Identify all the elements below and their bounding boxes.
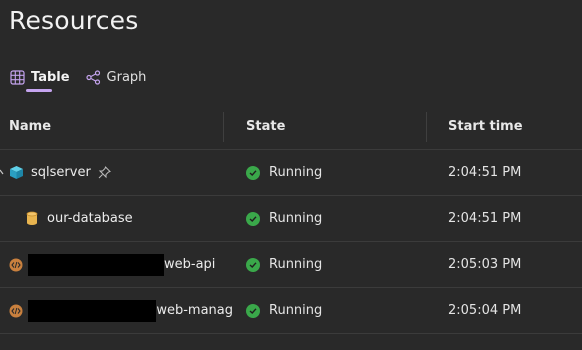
resource-name[interactable]: web-api	[164, 257, 215, 272]
state-cell: Running	[246, 242, 416, 287]
start-time-cell: 2:05:03 PM	[448, 257, 522, 272]
redacted-block	[28, 253, 164, 276]
column-resizer[interactable]	[426, 112, 427, 142]
state-text: Running	[269, 303, 323, 318]
state-cell: Running	[246, 150, 416, 195]
chevron-down-icon[interactable]	[0, 166, 6, 181]
column-resizer[interactable]	[223, 112, 224, 142]
database-icon	[26, 211, 38, 226]
name-cell: sqlserver	[0, 150, 233, 195]
table-row[interactable]: sqlserver Running 2:04:51 PM	[0, 150, 582, 196]
redacted-block	[28, 299, 157, 322]
table-row[interactable]: our-database Running 2:04:51 PM	[0, 196, 582, 242]
resource-name[interactable]: web-manag	[156, 303, 233, 318]
start-time-cell: 2:04:51 PM	[448, 211, 522, 226]
name-cell: our-database	[0, 196, 233, 241]
page-title: Resources	[9, 6, 139, 35]
check-circle-icon	[246, 165, 260, 180]
name-cell: web-manag	[0, 288, 233, 333]
pin-icon[interactable]	[98, 166, 111, 179]
resources-page: Resources Table Graph Name State Start t…	[0, 0, 582, 350]
resource-name[interactable]: sqlserver	[31, 165, 91, 180]
column-header-start-time[interactable]: Start time	[448, 104, 582, 149]
start-time-cell: 2:05:04 PM	[448, 303, 522, 318]
container-icon	[9, 165, 24, 180]
tab-graph[interactable]: Graph	[85, 66, 147, 88]
table-row[interactable]: web-manag Running 2:05:04 PM	[0, 288, 582, 334]
state-text: Running	[269, 211, 323, 226]
check-circle-icon	[246, 303, 260, 318]
project-icon	[9, 304, 23, 318]
tab-graph-label: Graph	[106, 69, 147, 85]
table-header: Name State Start time	[0, 104, 582, 150]
table-icon	[10, 69, 25, 85]
tab-table[interactable]: Table	[10, 66, 70, 92]
state-cell: Running	[246, 196, 416, 241]
resources-table: Name State Start time sqlserver Running …	[0, 104, 582, 334]
check-circle-icon	[246, 257, 260, 272]
resource-name[interactable]: our-database	[47, 211, 133, 226]
state-text: Running	[269, 165, 323, 180]
graph-icon	[85, 69, 101, 85]
name-cell: web-api	[0, 242, 233, 287]
start-time-cell: 2:04:51 PM	[448, 165, 522, 180]
column-header-name[interactable]: Name	[0, 104, 242, 149]
project-icon	[9, 258, 23, 272]
state-text: Running	[269, 257, 323, 272]
column-header-state[interactable]: State	[246, 104, 416, 149]
tab-table-label: Table	[31, 69, 70, 85]
view-tabs: Table Graph	[10, 66, 146, 92]
check-circle-icon	[246, 211, 260, 226]
table-row[interactable]: web-api Running 2:05:03 PM	[0, 242, 582, 288]
state-cell: Running	[246, 288, 416, 333]
